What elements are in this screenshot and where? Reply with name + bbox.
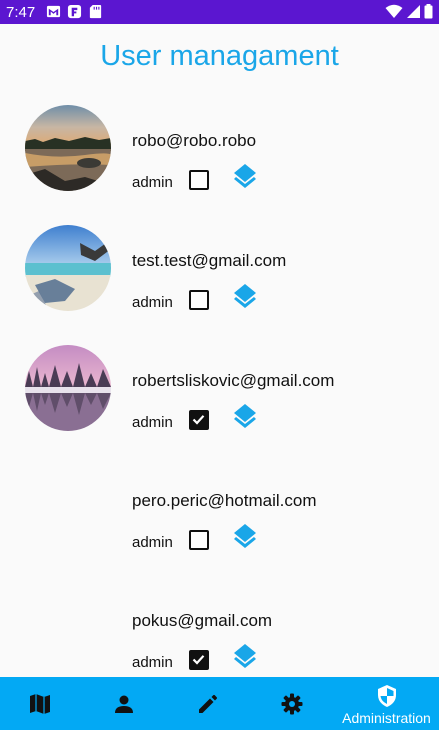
admin-checkbox[interactable] bbox=[189, 530, 209, 550]
battery-icon bbox=[424, 4, 433, 19]
nav-label-administration: Administration bbox=[342, 710, 431, 726]
gear-icon bbox=[281, 693, 303, 715]
page-title: User managament bbox=[100, 40, 339, 72]
sd-card-icon bbox=[89, 4, 102, 19]
user-email: robertsliskovic@gmail.com bbox=[132, 371, 335, 390]
user-list[interactable]: robo@robo.robo admin test.test@gmail.com… bbox=[0, 104, 439, 677]
admin-label: admin bbox=[132, 654, 173, 671]
user-row[interactable]: robo@robo.robo admin bbox=[0, 104, 439, 224]
gmail-icon bbox=[46, 5, 61, 18]
status-bar: 7:47 bbox=[0, 0, 439, 24]
avatar bbox=[25, 105, 111, 191]
admin-checkbox[interactable] bbox=[189, 170, 209, 190]
nav-item-settings[interactable] bbox=[252, 677, 332, 730]
admin-label: admin bbox=[132, 174, 173, 191]
layers-icon[interactable] bbox=[234, 524, 256, 550]
user-email: pokus@gmail.com bbox=[132, 611, 273, 630]
beach-photo bbox=[25, 225, 111, 311]
user-row[interactable]: pokus@gmail.com admin bbox=[0, 584, 439, 677]
nav-item-edit[interactable] bbox=[168, 677, 248, 730]
nav-item-map[interactable] bbox=[0, 677, 80, 730]
pencil-icon bbox=[199, 694, 218, 713]
f-app-icon bbox=[67, 4, 82, 19]
status-time: 7:47 bbox=[6, 4, 36, 21]
map-icon bbox=[30, 694, 50, 714]
user-row[interactable]: pero.peric@hotmail.com admin bbox=[0, 464, 439, 584]
layers-icon[interactable] bbox=[234, 644, 256, 670]
winter-forest-lake-photo bbox=[25, 345, 111, 431]
admin-label: admin bbox=[132, 294, 173, 311]
admin-label: admin bbox=[132, 414, 173, 431]
nav-item-profile[interactable] bbox=[84, 677, 164, 730]
lake-sunset-photo bbox=[25, 105, 111, 191]
signal-icon bbox=[407, 5, 420, 18]
admin-label: admin bbox=[132, 534, 173, 551]
checkmark-icon bbox=[192, 415, 205, 425]
user-email: test.test@gmail.com bbox=[132, 251, 287, 270]
avatar bbox=[25, 225, 111, 311]
avatar bbox=[25, 345, 111, 431]
person-icon bbox=[115, 695, 133, 713]
admin-checkbox[interactable] bbox=[189, 650, 209, 670]
shield-icon bbox=[378, 685, 396, 707]
user-row[interactable]: robertsliskovic@gmail.com admin bbox=[0, 344, 439, 464]
admin-checkbox[interactable] bbox=[189, 410, 209, 430]
user-email: robo@robo.robo bbox=[132, 131, 257, 150]
checkmark-icon bbox=[192, 655, 205, 665]
layers-icon[interactable] bbox=[234, 164, 256, 190]
admin-checkbox[interactable] bbox=[189, 290, 209, 310]
layers-icon[interactable] bbox=[234, 284, 256, 310]
user-row[interactable]: test.test@gmail.com admin bbox=[0, 224, 439, 344]
bottom-nav: Administration bbox=[0, 677, 439, 730]
wifi-icon bbox=[385, 4, 403, 18]
nav-item-administration[interactable]: Administration bbox=[336, 677, 437, 730]
user-email: pero.peric@hotmail.com bbox=[132, 491, 317, 510]
layers-icon[interactable] bbox=[234, 404, 256, 430]
